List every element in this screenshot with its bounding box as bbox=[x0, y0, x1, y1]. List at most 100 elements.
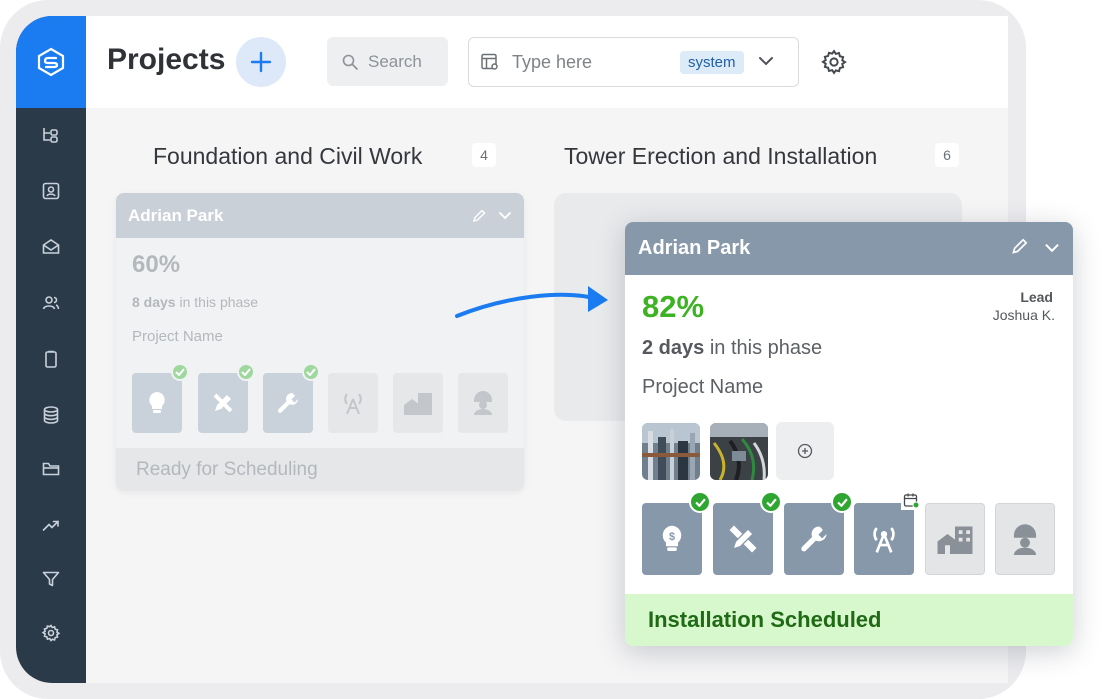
folder-icon bbox=[42, 462, 60, 476]
sidebar-item-database[interactable] bbox=[39, 403, 63, 427]
drag-arrow-icon bbox=[455, 286, 608, 318]
gear-icon bbox=[821, 49, 847, 75]
stage-tile[interactable]: $ bbox=[642, 491, 711, 575]
chevron-down-icon bbox=[1045, 243, 1059, 252]
antenna-tower-icon bbox=[873, 527, 895, 553]
progress-percent: 82% bbox=[642, 289, 705, 324]
edit-button[interactable] bbox=[1011, 238, 1028, 260]
days-in-phase: 8 days in this phase bbox=[132, 294, 259, 310]
clipboard-icon bbox=[45, 350, 57, 368]
card-header: Adrian Park bbox=[625, 222, 1073, 275]
pencil-ruler-icon bbox=[213, 393, 233, 413]
check-icon bbox=[171, 363, 189, 381]
lead-label: Lead bbox=[1020, 289, 1053, 305]
stage-tile[interactable] bbox=[854, 490, 921, 575]
stage-tile[interactable] bbox=[132, 363, 189, 433]
stage-tile[interactable] bbox=[925, 503, 985, 575]
buildings-icon bbox=[937, 526, 973, 554]
check-icon bbox=[689, 491, 711, 513]
column-title: Tower Erection and Installation bbox=[564, 143, 878, 169]
days-in-phase: 2 days in this phase bbox=[642, 337, 823, 359]
site-photo[interactable] bbox=[710, 423, 768, 480]
add-project-button[interactable] bbox=[236, 37, 286, 87]
contact-card-icon bbox=[42, 182, 60, 200]
top-bar: Projects Search Type here system bbox=[86, 16, 1008, 108]
filter-icon bbox=[42, 571, 60, 587]
search-input[interactable]: Search bbox=[327, 37, 448, 86]
check-icon bbox=[237, 363, 255, 381]
check-icon bbox=[760, 491, 782, 513]
sidebar-item-hierarchy[interactable] bbox=[39, 123, 63, 147]
chevron-down-icon[interactable] bbox=[758, 53, 774, 71]
sidebar-item-mail[interactable] bbox=[39, 235, 63, 259]
calendar-icon bbox=[901, 490, 921, 510]
sidebar-item-settings[interactable] bbox=[39, 621, 63, 645]
table-settings-icon bbox=[481, 53, 498, 70]
card-owner-name: Adrian Park bbox=[638, 237, 751, 259]
stage-tile[interactable] bbox=[263, 363, 320, 433]
project-card-placeholder[interactable]: Adrian Park 60% 8 days in this phase Pro… bbox=[116, 193, 524, 491]
wrench-icon bbox=[801, 526, 827, 552]
check-icon bbox=[831, 491, 853, 513]
project-name: Project Name bbox=[642, 376, 764, 398]
project-name: Project Name bbox=[132, 328, 223, 345]
card-owner-name: Adrian Park bbox=[128, 205, 224, 225]
status-bar: Installation Scheduled bbox=[625, 594, 1073, 646]
dollar-bulb-icon bbox=[149, 392, 165, 413]
page-title: Projects bbox=[107, 43, 226, 76]
settings-button[interactable] bbox=[820, 48, 848, 81]
status-bar: Ready for Scheduling bbox=[116, 448, 524, 491]
stage-tile[interactable] bbox=[328, 373, 378, 433]
sidebar-item-contacts[interactable] bbox=[39, 179, 63, 203]
column-title: Foundation and Civil Work bbox=[153, 143, 423, 169]
filter-tag[interactable]: system bbox=[680, 50, 744, 74]
filter-placeholder: Type here bbox=[512, 51, 593, 72]
pencil-ruler-icon bbox=[729, 525, 757, 553]
buildings-icon bbox=[404, 393, 432, 415]
plus-icon bbox=[250, 51, 272, 73]
project-card[interactable]: Adrian Park 82% Lead Joshua K. 2 days in… bbox=[625, 222, 1073, 646]
stage-tile[interactable] bbox=[198, 363, 255, 433]
database-icon bbox=[43, 406, 59, 424]
logo-icon bbox=[37, 47, 65, 77]
column-count-badge: 6 bbox=[935, 143, 959, 167]
column-count-badge: 4 bbox=[472, 143, 496, 167]
add-photo-button[interactable] bbox=[776, 422, 834, 480]
sidebar bbox=[16, 16, 86, 683]
stage-tile[interactable] bbox=[713, 491, 782, 575]
search-icon bbox=[342, 54, 358, 70]
stage-tile[interactable] bbox=[995, 503, 1055, 575]
sidebar-item-folder[interactable] bbox=[39, 457, 63, 481]
sidebar-item-users[interactable] bbox=[39, 291, 63, 315]
hierarchy-icon bbox=[43, 128, 58, 143]
check-icon bbox=[302, 363, 320, 381]
worker-helmet-icon bbox=[474, 391, 492, 415]
users-icon bbox=[42, 296, 60, 310]
pencil-icon bbox=[1012, 238, 1028, 254]
stage-tile[interactable] bbox=[458, 373, 508, 433]
worker-helmet-icon bbox=[1013, 524, 1037, 555]
antenna-tower-icon bbox=[344, 393, 362, 415]
trend-up-icon bbox=[42, 520, 59, 531]
expand-button[interactable] bbox=[1044, 240, 1060, 258]
dollar-bulb-icon: $ bbox=[662, 525, 682, 551]
chevron-down-icon[interactable] bbox=[498, 211, 512, 220]
sidebar-item-filter[interactable] bbox=[39, 567, 63, 591]
settings-icon bbox=[41, 624, 61, 642]
wrench-icon bbox=[277, 393, 298, 413]
sidebar-item-clipboard[interactable] bbox=[39, 347, 63, 371]
progress-percent: 60% bbox=[132, 251, 181, 278]
search-placeholder: Search bbox=[368, 51, 422, 71]
svg-text:$: $ bbox=[669, 531, 675, 543]
logo[interactable] bbox=[16, 16, 86, 108]
sidebar-item-reports[interactable] bbox=[39, 513, 63, 537]
stage-tile[interactable] bbox=[393, 373, 443, 433]
plus-circle-icon bbox=[797, 443, 813, 459]
pencil-icon[interactable] bbox=[472, 209, 486, 223]
card-header: Adrian Park bbox=[116, 193, 524, 238]
mail-icon bbox=[42, 239, 60, 254]
stage-tile[interactable] bbox=[784, 491, 853, 575]
filter-select[interactable]: Type here system bbox=[468, 37, 799, 87]
site-photo[interactable] bbox=[642, 423, 700, 480]
lead-name: Joshua K. bbox=[992, 307, 1055, 323]
